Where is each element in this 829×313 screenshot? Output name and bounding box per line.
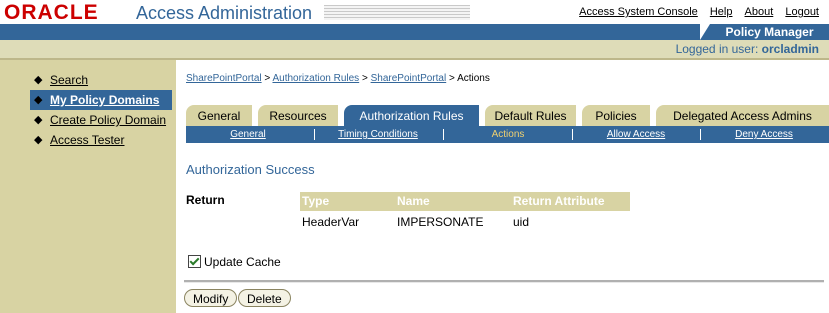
sidebar-nav: ◆ Search ◆ My Policy Domains ◆ Create Polic… — [30, 70, 172, 150]
logged-in-user: Logged in user: orcladmin — [676, 42, 819, 56]
subnav-general[interactable]: General — [186, 126, 310, 143]
bullet-icon: ◆ — [34, 94, 43, 106]
tab-delegated-access-admins[interactable]: Delegated Access Admins — [656, 105, 829, 126]
subnav-allow-access[interactable]: Allow Access — [574, 126, 698, 143]
breadcrumb-separator: > — [264, 73, 271, 84]
breadcrumb-link[interactable]: Authorization Rules — [272, 73, 359, 84]
delete-button[interactable]: Delete — [238, 289, 291, 307]
tab-authorization-rules[interactable]: Authorization Rules — [344, 105, 479, 126]
tab-notch — [700, 24, 710, 40]
return-table: Type Name Return Attribute HeaderVar IMP… — [300, 192, 630, 230]
subnav-deny-access[interactable]: Deny Access — [702, 126, 826, 143]
sidebar-item-label[interactable]: Search — [50, 73, 88, 87]
modify-button[interactable]: Modify — [184, 289, 238, 307]
subnav-separator — [314, 129, 315, 140]
bullet-icon: ◆ — [34, 74, 43, 86]
subnav-separator — [700, 129, 701, 140]
breadcrumb-current: Actions — [457, 73, 490, 84]
about-link[interactable]: About — [745, 6, 774, 18]
bullet-icon: ◆ — [34, 134, 43, 146]
oracle-logo: ORACLE — [4, 1, 99, 24]
breadcrumb: SharePointPortal > Authorization Rules >… — [186, 73, 490, 84]
breadcrumb-separator: > — [448, 73, 455, 84]
section-title: Authorization Success — [186, 162, 315, 177]
sub-navigation: General Timing Conditions Actions Allow … — [186, 126, 829, 143]
logout-link[interactable]: Logout — [785, 6, 819, 18]
update-cache-option: Update Cache — [188, 255, 281, 269]
subnav-separator — [443, 129, 444, 140]
logged-in-bar: Logged in user: orcladmin — [0, 40, 829, 60]
sidebar-item-label[interactable]: Create Policy Domain — [50, 113, 166, 127]
breadcrumb-link[interactable]: SharePointPortal — [371, 73, 447, 84]
help-link[interactable]: Help — [710, 6, 733, 18]
subnav-actions[interactable]: Actions — [446, 126, 570, 143]
divider — [184, 280, 824, 283]
app-title: Access Administration — [136, 3, 313, 23]
bullet-icon: ◆ — [34, 114, 43, 126]
logged-in-username: orcladmin — [761, 42, 819, 56]
sidebar: ◆ Search ◆ My Policy Domains ◆ Create Polic… — [0, 60, 176, 313]
sidebar-item-create-policy-domain[interactable]: ◆ Create Policy Domain — [32, 110, 172, 130]
column-header-return-attribute: Return Attribute — [513, 194, 605, 208]
sidebar-item-label[interactable]: Access Tester — [50, 133, 124, 147]
tab-general[interactable]: General — [186, 105, 252, 126]
sidebar-item-label[interactable]: My Policy Domains — [50, 93, 159, 107]
tab-default-rules[interactable]: Default Rules — [485, 105, 576, 126]
update-cache-label: Update Cache — [204, 255, 281, 269]
sidebar-item-access-tester[interactable]: ◆ Access Tester — [32, 130, 172, 150]
column-header-name: Name — [397, 194, 430, 208]
sidebar-item-my-policy-domains[interactable]: ◆ My Policy Domains — [30, 90, 172, 110]
cell-type: HeaderVar — [302, 215, 360, 229]
app-header: ORACLE Access Administration Access Syst… — [0, 0, 829, 24]
access-system-console-link[interactable]: Access System Console — [579, 6, 698, 18]
table-row: HeaderVar IMPERSONATE uid — [300, 211, 630, 230]
main-content: SharePointPortal > Authorization Rules >… — [176, 60, 829, 313]
return-table-header: Type Name Return Attribute — [300, 192, 630, 211]
subnav-separator — [572, 129, 573, 140]
tab-resources[interactable]: Resources — [258, 105, 338, 126]
return-label: Return — [186, 193, 225, 207]
breadcrumb-link[interactable]: SharePointPortal — [186, 73, 262, 84]
cell-return-attribute: uid — [513, 215, 530, 229]
breadcrumb-separator: > — [361, 73, 368, 84]
tab-policies[interactable]: Policies — [582, 105, 650, 126]
column-header-type: Type — [302, 194, 330, 208]
logged-in-label: Logged in user: — [675, 42, 759, 56]
subnav-timing-conditions[interactable]: Timing Conditions — [316, 126, 440, 143]
top-links: Access System Console Help About Logout — [570, 6, 819, 18]
decorative-stripes — [324, 5, 470, 20]
cell-name: IMPERSONATE — [397, 215, 484, 229]
tab-policy-manager[interactable]: Policy Manager — [710, 24, 829, 40]
sidebar-item-search[interactable]: ◆ Search — [32, 70, 172, 90]
update-cache-checkbox[interactable] — [188, 255, 201, 268]
